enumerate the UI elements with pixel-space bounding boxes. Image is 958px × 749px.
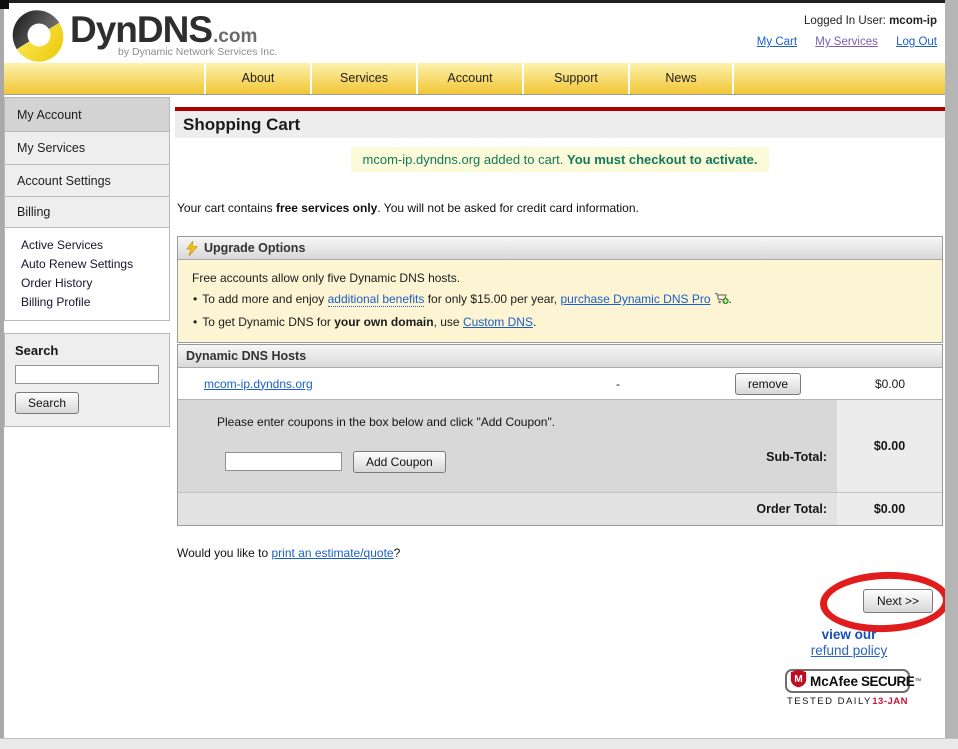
logo-tld-text: .com	[213, 26, 258, 47]
view-our-text: view our	[821, 627, 877, 642]
account-links: My Cart My Services Log Out	[742, 36, 937, 48]
sidebar-item-order-history[interactable]: Order History	[5, 273, 169, 292]
sidebar-item-billing-profile[interactable]: Billing Profile	[5, 292, 169, 311]
coupon-input[interactable]	[225, 452, 342, 471]
refund-policy-block: view our refund policy	[783, 627, 915, 660]
svg-text:M: M	[794, 674, 803, 685]
print-estimate-link[interactable]: print an estimate/quote	[272, 546, 394, 560]
cart-table: Dynamic DNS Hosts mcom-ip.dyndns.org - r…	[177, 344, 943, 526]
nav-item-support[interactable]: Support	[522, 63, 628, 94]
estimate-line: Would you like to print an estimate/quot…	[177, 546, 401, 560]
upgrade-options-body: Free accounts allow only five Dynamic DN…	[178, 260, 942, 342]
search-button[interactable]: Search	[15, 392, 80, 414]
my-services-link[interactable]: My Services	[815, 36, 878, 48]
free-services-note: Your cart contains free services only. Y…	[177, 201, 639, 215]
logged-in-label: Logged In User:	[804, 15, 886, 27]
window-right-border[interactable]	[945, 0, 958, 749]
upgrade-options-title: Upgrade Options	[204, 241, 306, 255]
custom-dns-link[interactable]: Custom DNS	[463, 315, 533, 329]
my-cart-link[interactable]: My Cart	[757, 36, 797, 48]
refund-policy-link[interactable]: refund policy	[811, 643, 888, 658]
coupon-instruction: Please enter coupons in the box below an…	[217, 415, 556, 429]
add-to-cart-icon[interactable]	[714, 291, 729, 312]
dyndns-shopping-cart-page: DynDNS .com by Dynamic Network Services …	[0, 0, 958, 749]
upgrade-options-box: Upgrade Options Free accounts allow only…	[177, 236, 943, 343]
cart-added-notice: mcom-ip.dyndns.org added to cart. You mu…	[350, 147, 770, 172]
search-input[interactable]	[15, 365, 159, 384]
window-top-border	[0, 0, 958, 3]
upgrade-options-header: Upgrade Options	[178, 237, 942, 260]
upgrade-line-1: Free accounts allow only five Dynamic DN…	[192, 271, 461, 285]
dyndns-logo[interactable]: DynDNS .com by Dynamic Network Services …	[12, 9, 277, 68]
logo-tagline: by Dynamic Network Services Inc.	[118, 46, 278, 58]
nav-item-services[interactable]: Services	[310, 63, 416, 94]
main-nav: About Services Account Support News	[4, 63, 945, 95]
mcafee-tested-row: TESTED DAILY 13-JAN	[785, 696, 910, 707]
subtotal-label: Sub-Total:	[766, 450, 827, 464]
coupon-area: Please enter coupons in the box below an…	[178, 400, 837, 492]
dynamic-dns-hosts-header: Dynamic DNS Hosts	[178, 345, 942, 368]
nav-item-about[interactable]: About	[204, 63, 310, 94]
logged-in-username: mcom-ip	[889, 15, 937, 27]
sidebar-item-account-settings[interactable]: Account Settings	[4, 164, 170, 197]
next-button[interactable]: Next >>	[863, 589, 934, 613]
sidebar-search-box: Search Search	[4, 333, 170, 427]
window-bottom-bar	[0, 738, 958, 749]
log-out-link[interactable]: Log Out	[896, 36, 937, 48]
mcafee-secure-text: SECURE	[861, 673, 915, 689]
upgrade-bullet-2: To get Dynamic DNS for your own domain, …	[192, 312, 928, 333]
mcafee-tm: ™	[914, 677, 922, 685]
page-title: Shopping Cart	[183, 115, 301, 134]
sidebar-item-auto-renew[interactable]: Auto Renew Settings	[5, 254, 169, 273]
upgrade-bullet-1: To add more and enjoy additional benefit…	[192, 289, 928, 312]
hosts-header-label: Dynamic DNS Hosts	[186, 349, 307, 363]
mcafee-secure-badge[interactable]: M McAfee SECURE ™ TESTED DAILY 13-JAN	[785, 669, 921, 707]
mcafee-badge-box: M McAfee SECURE ™	[785, 669, 921, 693]
window-left-border	[0, 0, 4, 749]
host-price: $0.00	[874, 376, 906, 391]
logged-in-user: Logged In User: mcom-ip	[804, 15, 937, 27]
sidebar-item-my-services[interactable]: My Services	[4, 131, 170, 165]
notice-bold-text: You must checkout to activate.	[567, 152, 758, 167]
dyndns-swirl-icon	[12, 9, 64, 68]
order-total-row: Order Total: $0.00	[178, 492, 942, 525]
nav-item-news[interactable]: News	[628, 63, 734, 94]
logo-brand-text: DynDNS	[70, 9, 213, 50]
mcafee-shield-icon: M	[790, 669, 807, 693]
cart-notice-wrap: mcom-ip.dyndns.org added to cart. You mu…	[175, 147, 945, 172]
page-title-bar: Shopping Cart	[175, 111, 945, 138]
billing-submenu: Active Services Auto Renew Settings Orde…	[4, 227, 170, 321]
purchase-dyndns-pro-link[interactable]: purchase Dynamic DNS Pro	[560, 292, 710, 306]
order-total-label: Order Total:	[178, 492, 837, 525]
add-coupon-button[interactable]: Add Coupon	[353, 451, 446, 473]
sidebar-item-billing[interactable]: Billing	[4, 196, 170, 228]
additional-benefits-link[interactable]: additional benefits	[327, 292, 425, 307]
host-detail-dash: -	[616, 376, 620, 391]
host-link[interactable]: mcom-ip.dyndns.org	[204, 377, 313, 391]
coupon-section: Please enter coupons in the box below an…	[178, 399, 942, 492]
search-label: Search	[15, 343, 59, 358]
sidebar-item-active-services[interactable]: Active Services	[5, 235, 169, 254]
mcafee-brand-text: McAfee	[810, 673, 859, 689]
remove-button[interactable]: remove	[734, 372, 801, 395]
cart-item-row: mcom-ip.dyndns.org - remove $0.00	[178, 368, 942, 399]
lightning-icon	[186, 240, 198, 256]
tested-daily-text: TESTED DAILY	[787, 696, 872, 707]
window-corner	[0, 0, 9, 9]
notice-text: mcom-ip.dyndns.org added to cart.	[362, 152, 568, 167]
sidebar-item-my-account[interactable]: My Account	[4, 97, 170, 132]
subtotal-value: $0.00	[837, 400, 942, 492]
tested-date: 13-JAN	[872, 696, 908, 707]
order-total-value: $0.00	[837, 492, 942, 525]
nav-item-account[interactable]: Account	[416, 63, 522, 94]
